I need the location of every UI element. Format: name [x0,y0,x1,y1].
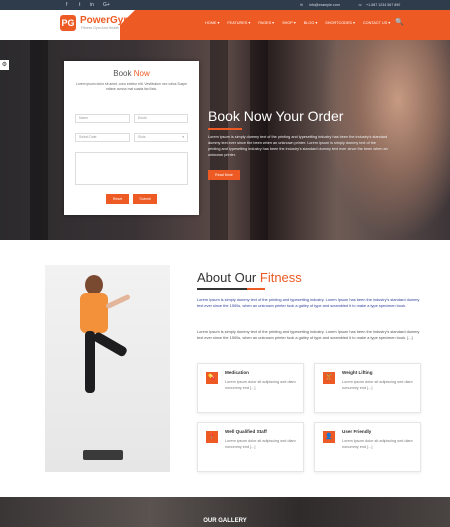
feature-card-title: Weight Lifting [342,370,373,375]
feature-card-medication[interactable]: 💊 Medication Lorem ipsum dolor sit adipi… [197,363,304,413]
photo-arm [105,293,131,310]
nav-item-pages[interactable]: PAGES ▾ [258,21,274,26]
twitter-icon[interactable]: t [79,2,80,8]
photo-head [85,275,103,295]
booking-form-title: Book Now [113,69,150,78]
feature-card-user-friendly[interactable]: 👤 User Friendly Lorem ipsum dolor sit ad… [314,422,421,472]
linkedin-icon[interactable]: in [90,2,94,8]
feature-card-weight-lifting[interactable]: 🏋 Weight Lifting Lorem ipsum dolor sit a… [314,363,421,413]
weight-lifting-icon: 🏋 [323,372,335,384]
gallery-section: OUR GALLERY [0,497,450,527]
hero-backdrop-stripe [30,40,48,240]
nav-item-features[interactable]: FEATURES ▾ [227,21,250,26]
email-address[interactable]: info@example.com [309,2,340,8]
logo-icon[interactable]: PG [60,15,76,31]
phone-number: +1-987 1234 567 890 [366,3,401,7]
feature-card-text: Lorem ipsum dolor sit adipiscing sed dia… [342,380,413,390]
submit-button[interactable]: Submit [133,194,157,204]
feature-card-title: User Friendly [342,429,372,434]
booking-form: Book Now Lorem ipsum dolor sit amet, con… [64,61,199,215]
hero-title-underline [208,128,242,130]
nav-item-shop[interactable]: SHOP ▾ [282,21,296,26]
chevron-down-icon: ▾ [182,135,184,139]
message-textarea[interactable] [75,152,188,185]
user-icon: 👤 [323,431,335,443]
email-field[interactable]: Email [134,114,188,123]
nav-item-home[interactable]: HOME ▾ [205,21,219,26]
nav-item-contact[interactable]: CONTACT US ▾ [363,21,390,26]
main-nav: HOME ▾ FEATURES ▾ PAGES ▾ SHOP ▾ BLOG ▾ … [205,21,390,26]
about-lead-paragraph: Lorem Ipsum is simply dummy text of the … [197,297,420,309]
nav-item-blog[interactable]: BLOG ▾ [304,21,318,26]
about-paragraph: Lorem Ipsum is simply dummy text of the … [197,329,420,341]
google-plus-icon[interactable]: G+ [103,2,110,8]
slots-select[interactable]: Slots ▾ [134,133,188,142]
brand-tagline: Fitness Gym And Health [81,26,119,30]
top-bar: f t in G+ ✉ info@example.com ☏ +1-987 12… [0,0,450,10]
about-title-underline-accent [247,288,265,290]
hero-text: Lorem ipsum is simply dummy text of the … [208,135,388,157]
brand-name[interactable]: PowerGym [80,15,132,26]
photo-step-platform [83,450,123,460]
feature-card-text: Lorem ipsum dolor sit adipiscing sed dia… [225,439,296,449]
search-icon[interactable]: 🔍 [395,19,404,27]
nav-item-shortcodes[interactable]: SHORTCODES ▾ [325,21,355,26]
location-icon: 📍 [206,431,218,443]
photo-shirt [80,293,108,333]
about-title-underline [197,288,247,290]
reset-button[interactable]: Reset [106,194,129,204]
hero-title: Book Now Your Order [208,108,344,124]
facebook-icon[interactable]: f [66,2,67,8]
feature-card-text: Lorem ipsum dolor sit adipiscing sed dia… [225,380,296,390]
phone-icon: ☏ [358,3,363,7]
medication-icon: 💊 [206,372,218,384]
email-icon: ✉ [300,3,304,7]
feature-card-text: Lorem ipsum dolor sit adipiscing sed dia… [342,439,413,449]
feature-card-title: Medication [225,370,249,375]
date-field[interactable]: Select Date [75,133,130,142]
feature-card-staff[interactable]: 📍 Well Qualified Staff Lorem ipsum dolor… [197,422,304,472]
feature-card-title: Well Qualified Staff [225,429,267,434]
gallery-title: OUR GALLERY [203,518,247,524]
photo-leg-raised [92,331,129,358]
booking-form-description: Lorem ipsum dolor sit amet, cons ectetur… [76,82,188,91]
about-title: About Our Fitness [197,270,302,285]
fitness-photo [45,265,170,472]
share-icon[interactable]: ⚙ [0,60,9,70]
read-more-button[interactable]: Read More [208,170,240,180]
name-field[interactable]: Name [75,114,130,123]
